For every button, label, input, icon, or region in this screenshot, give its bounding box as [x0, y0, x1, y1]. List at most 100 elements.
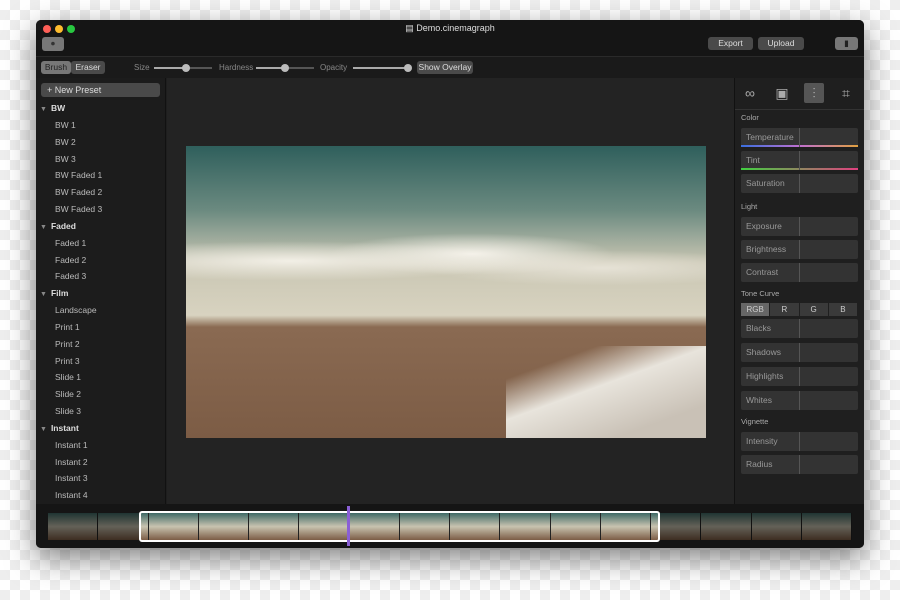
vignette-label: Vignette [741, 417, 769, 426]
saturation-label: Saturation [746, 178, 785, 188]
trim-excluded-left [48, 513, 140, 540]
title-bar: ▤ Demo.cinemagraph ● Export Upload ▮ [36, 20, 864, 56]
exposure-slider[interactable]: Exposure [741, 217, 858, 236]
plus-icon: + [47, 85, 55, 95]
preset-item[interactable]: BW Faded 1 [36, 167, 165, 184]
temperature-label: Temperature [746, 132, 794, 142]
shadows-slider[interactable]: Shadows [741, 343, 858, 362]
show-overlay-button[interactable]: Show Overlay [417, 61, 473, 74]
preset-item[interactable]: Slide 3 [36, 403, 165, 420]
disclosure-triangle-icon[interactable]: ▼ [40, 106, 47, 113]
intensity-label: Intensity [746, 436, 778, 446]
preset-item[interactable]: Instant 3 [36, 470, 165, 487]
tone-curve-label: Tone Curve [741, 289, 780, 298]
whites-label: Whites [746, 395, 772, 405]
channel-g[interactable]: G [799, 303, 828, 316]
preset-item[interactable]: BW 3 [36, 151, 165, 168]
highlights-slider[interactable]: Highlights [741, 367, 858, 386]
opacity-label: Opacity [320, 63, 348, 72]
light-section-label: Light [741, 202, 758, 211]
panel-tabs: ∞ ▣ ⫶ ⌗ [735, 78, 864, 110]
canvas-area[interactable] [167, 78, 734, 504]
brightness-label: Brightness [746, 244, 787, 254]
saturation-slider[interactable]: Saturation [741, 174, 858, 193]
cinemagraph-preview[interactable] [186, 146, 706, 438]
preset-group-instant[interactable]: ▼ Instant [36, 420, 165, 437]
crop-icon[interactable]: ⌗ [836, 83, 856, 103]
group-label: Faded [50, 220, 76, 231]
contrast-label: Contrast [746, 267, 779, 277]
toggle-panel-button[interactable]: ▮ [835, 37, 858, 50]
preset-item[interactable]: Faded 2 [36, 252, 165, 269]
preset-group-film[interactable]: ▼ Film [36, 285, 165, 302]
preset-item[interactable]: Faded 3 [36, 268, 165, 285]
temperature-slider[interactable]: Temperature [741, 128, 858, 147]
tint-slider[interactable]: Tint [741, 151, 858, 170]
sliders-icon[interactable]: ⫶ [804, 83, 824, 103]
hardness-slider[interactable] [256, 64, 314, 72]
contrast-slider[interactable]: Contrast [741, 263, 858, 282]
color-section-label: Color [741, 113, 759, 122]
loop-icon[interactable]: ∞ [740, 83, 760, 103]
group-label: Film [50, 288, 69, 299]
preset-item[interactable]: BW 2 [36, 134, 165, 151]
image-icon[interactable]: ▣ [772, 83, 792, 103]
eraser-button[interactable]: Eraser [71, 61, 105, 74]
preset-item[interactable]: Slide 2 [36, 386, 165, 403]
exposure-label: Exposure [746, 221, 782, 231]
trim-range-handle[interactable] [139, 511, 660, 542]
channel-b[interactable]: B [828, 303, 857, 316]
disclosure-triangle-icon[interactable]: ▼ [40, 426, 47, 433]
app-window: ▤ Demo.cinemagraph ● Export Upload ▮ Bru… [36, 20, 864, 548]
preset-item[interactable]: Instant 4 [36, 487, 165, 504]
upload-button[interactable]: Upload [758, 37, 804, 50]
group-label: BW [50, 103, 66, 113]
preset-item[interactable]: Print 2 [36, 336, 165, 353]
size-slider[interactable] [154, 64, 212, 72]
shadows-label: Shadows [746, 347, 781, 357]
brush-toolbar: Brush Eraser Size Hardness Opacity Show … [36, 56, 864, 78]
sidebar-icon: ▮ [844, 38, 849, 48]
playhead[interactable] [347, 506, 350, 546]
document-icon: ▤ [405, 23, 417, 33]
radius-label: Radius [746, 459, 773, 469]
opacity-slider[interactable] [353, 64, 412, 72]
tint-label: Tint [746, 155, 760, 165]
preset-item[interactable]: BW Faded 3 [36, 201, 165, 218]
channel-r[interactable]: R [770, 303, 799, 316]
preset-item[interactable]: Print 1 [36, 319, 165, 336]
highlights-label: Highlights [746, 371, 784, 381]
circles-icon: ● [50, 38, 56, 48]
channel-selector: RGB R G B [741, 303, 858, 316]
adjustments-panel: ∞ ▣ ⫶ ⌗ Color Temperature Tint Saturatio… [734, 78, 864, 504]
blacks-slider[interactable]: Blacks [741, 319, 858, 338]
trim-excluded-right [659, 513, 852, 540]
preset-item[interactable]: Slide 1 [36, 369, 165, 386]
brightness-slider[interactable]: Brightness [741, 240, 858, 259]
preset-sidebar: + New Preset ▼ BW BW 1 BW 2 BW 3 BW Faded 1 BW… [36, 78, 166, 504]
brush-button[interactable]: Brush [41, 61, 71, 74]
preset-group-bw[interactable]: ▼ BW [36, 100, 165, 117]
radius-slider[interactable]: Radius [741, 455, 858, 474]
mask-tool-button[interactable]: ● [42, 37, 64, 51]
preset-item[interactable]: BW Faded 2 [36, 184, 165, 201]
export-button[interactable]: Export [708, 37, 753, 50]
hardness-label: Hardness [219, 63, 254, 72]
preset-group-faded[interactable]: ▼ Faded [36, 218, 165, 235]
preset-item[interactable]: Faded 1 [36, 235, 165, 252]
preset-item[interactable]: BW 1 [36, 117, 165, 134]
group-label: Instant [50, 422, 79, 433]
whites-slider[interactable]: Whites [741, 391, 858, 410]
preset-item[interactable]: Print 3 [36, 353, 165, 370]
window-title: ▤ Demo.cinemagraph [405, 23, 495, 33]
channel-rgb[interactable]: RGB [741, 303, 770, 316]
intensity-slider[interactable]: Intensity [741, 432, 858, 451]
timeline[interactable] [36, 504, 864, 548]
disclosure-triangle-icon[interactable]: ▼ [40, 224, 47, 231]
new-preset-button[interactable]: + New Preset [41, 83, 160, 97]
preset-item[interactable]: Instant 2 [36, 454, 165, 471]
blacks-label: Blacks [746, 323, 772, 333]
preset-item[interactable]: Landscape [36, 302, 165, 319]
disclosure-triangle-icon[interactable]: ▼ [40, 291, 47, 298]
preset-item[interactable]: Instant 1 [36, 437, 165, 454]
